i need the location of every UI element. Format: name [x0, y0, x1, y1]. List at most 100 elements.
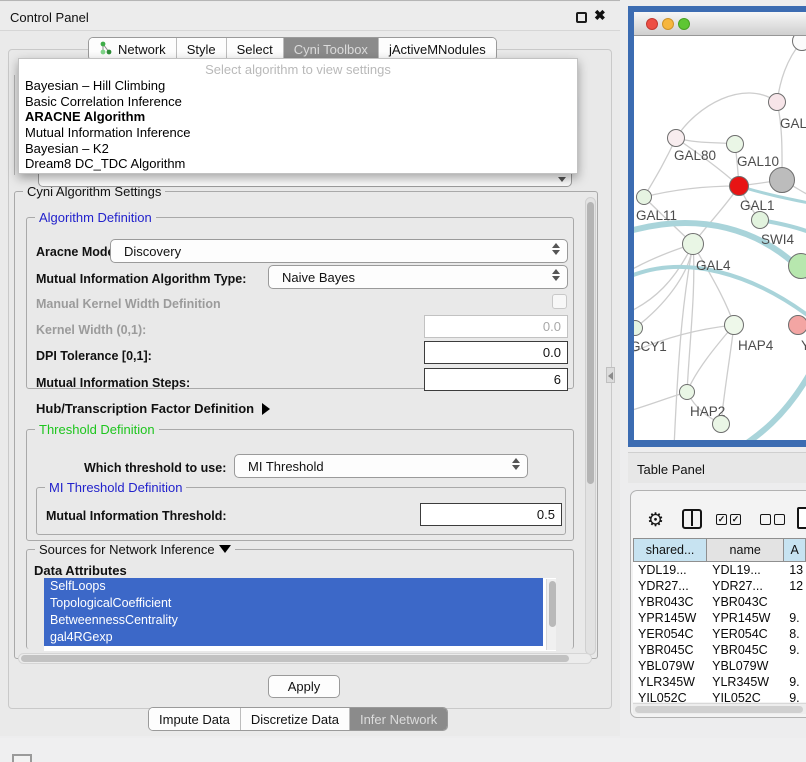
which-threshold-combobox[interactable]: MI Threshold: [234, 454, 528, 478]
manual-kernel-checkbox[interactable]: [552, 294, 567, 309]
mi-threshold-field[interactable]: 0.5: [420, 503, 562, 526]
checked-checkbox-icon[interactable]: ✓: [716, 514, 727, 525]
control-panel-titlebar: Control Panel ✖: [0, 2, 620, 31]
network-node[interactable]: [769, 167, 795, 193]
network-node-gal11[interactable]: [636, 189, 652, 205]
checked-checkbox-icon[interactable]: ✓: [730, 514, 741, 525]
node-table[interactable]: shared...nameA YDL19...YDL19...13YDR27..…: [633, 538, 806, 702]
inference-algorithm-combobox-partial[interactable]: [38, 173, 572, 187]
table-cell: YPR145W: [707, 610, 784, 626]
attribute-item[interactable]: gal4RGexp: [44, 629, 543, 646]
which-threshold-label: Which threshold to use:: [84, 461, 226, 475]
network-node-gal1[interactable]: [729, 176, 749, 196]
attribute-item[interactable]: TopologicalCoefficient: [44, 595, 543, 612]
algorithm-option[interactable]: Bayesian – Hill Climbing: [19, 78, 577, 94]
control-panel-window: Control Panel ✖ NetworkStyle Select Cyni T…: [0, 0, 620, 736]
kernel-width-field[interactable]: 0.0: [424, 315, 568, 338]
tab-impute-data[interactable]: Impute Data: [149, 708, 241, 730]
network-node-gal80[interactable]: [667, 129, 685, 147]
float-window-icon[interactable]: [576, 12, 587, 23]
node-label: GAL11: [636, 208, 677, 223]
table-row[interactable]: YPR145WYPR145W9.: [633, 610, 806, 626]
table-cell: 9.: [784, 610, 806, 626]
algorithm-option[interactable]: Basic Correlation Inference: [19, 94, 577, 110]
settings-vertical-scrollbar[interactable]: [585, 197, 596, 655]
network-tab-icon: [99, 41, 113, 58]
tab-jactivemnodules[interactable]: jActiveMNodules: [379, 38, 496, 60]
algorithm-option[interactable]: ARACNE Algorithm: [19, 109, 577, 125]
minimize-traffic-icon[interactable]: [662, 18, 674, 30]
which-threshold-value: MI Threshold: [248, 459, 324, 474]
network-titlebar[interactable]: [634, 12, 806, 36]
data-attributes-list[interactable]: SelfLoopsTopologicalCoefficientBetweenne…: [44, 578, 556, 651]
stepper-icon: [510, 458, 521, 470]
network-node-hap2[interactable]: [679, 384, 695, 400]
minimized-panel-icon[interactable]: [12, 754, 32, 762]
table-cell: [784, 594, 806, 610]
close-traffic-icon[interactable]: [646, 18, 658, 30]
table-row[interactable]: YLR345WYLR345W9.: [633, 674, 806, 690]
table-cell: YBR045C: [707, 642, 784, 658]
tab-select[interactable]: Select: [227, 38, 284, 60]
dpi-tolerance-field[interactable]: 0.0: [424, 341, 568, 364]
zoom-traffic-icon[interactable]: [678, 18, 690, 30]
tab-network[interactable]: Network: [89, 38, 177, 60]
table-horizontal-scrollbar[interactable]: [633, 703, 806, 714]
dropdown-placeholder: Select algorithm to view settings: [19, 59, 577, 78]
network-canvas[interactable]: GALGAL80GAL10GAL1GAL11SWI4GAL4GCY1HAP4YH…: [634, 36, 806, 440]
network-node-gal10[interactable]: [726, 135, 744, 153]
settings-horizontal-scrollbar[interactable]: [18, 653, 592, 664]
close-icon[interactable]: ✖: [594, 7, 606, 24]
sources-legend[interactable]: Sources for Network Inference: [35, 542, 235, 557]
table-cell: YDL19...: [707, 562, 784, 578]
network-node-hap4[interactable]: [724, 315, 744, 335]
table-cell: YDR27...: [633, 578, 707, 594]
algorithm-option[interactable]: Mutual Information Inference: [19, 125, 577, 141]
table-row[interactable]: YDR27...YDR27...12: [633, 578, 806, 594]
mi-steps-field[interactable]: 6: [424, 368, 568, 391]
column-header[interactable]: A: [784, 538, 806, 562]
table-cell: YER054C: [707, 626, 784, 642]
column-header[interactable]: shared...: [633, 538, 707, 562]
network-node-swi4[interactable]: [751, 211, 769, 229]
table-cell: YBR043C: [633, 594, 707, 610]
kernel-width-label: Kernel Width (0,1):: [36, 323, 146, 337]
tab-style[interactable]: Style: [177, 38, 227, 60]
node-label: SWI4: [761, 232, 794, 247]
attributes-vertical-scrollbar[interactable]: [546, 579, 556, 650]
tab-discretize-data[interactable]: Discretize Data: [241, 708, 350, 730]
mi-type-combobox[interactable]: Naive Bayes: [268, 265, 568, 289]
table-row[interactable]: YDL19...YDL19...13: [633, 562, 806, 578]
table-row[interactable]: YIL052CYIL052C9.: [633, 690, 806, 702]
columns-icon[interactable]: [682, 509, 702, 529]
tab-cyni-toolbox[interactable]: Cyni Toolbox: [284, 38, 379, 60]
table-row[interactable]: YBR045CYBR045C9.: [633, 642, 806, 658]
document-icon[interactable]: [797, 507, 806, 529]
attribute-item[interactable]: SelfLoops: [44, 578, 543, 595]
node-label: HAP4: [738, 338, 773, 353]
gear-icon[interactable]: ⚙: [647, 509, 664, 532]
network-window: GALGAL80GAL10GAL1GAL11SWI4GAL4GCY1HAP4YH…: [628, 6, 806, 447]
table-row[interactable]: YBL079WYBL079W: [633, 658, 806, 674]
tab-infer-network[interactable]: Infer Network: [350, 708, 447, 730]
apply-button[interactable]: Apply: [268, 675, 340, 698]
dropdown-items: Bayesian – Hill ClimbingBasic Correlatio…: [19, 78, 577, 172]
column-header[interactable]: name: [707, 538, 784, 562]
network-node-gal4[interactable]: [682, 233, 704, 255]
network-node-gal[interactable]: [768, 93, 786, 111]
panel-splitter-handle[interactable]: [606, 367, 615, 383]
algorithm-option[interactable]: Bayesian – K2: [19, 141, 577, 157]
mi-threshold-legend: MI Threshold Definition: [45, 480, 186, 495]
unchecked-checkbox-icon[interactable]: [774, 514, 785, 525]
table-row[interactable]: YER054CYER054C8.: [633, 626, 806, 642]
network-node[interactable]: [712, 415, 730, 433]
control-panel-title: Control Panel: [10, 10, 89, 25]
hub-definition-expander[interactable]: Hub/Transcription Factor Definition: [36, 401, 270, 416]
table-row[interactable]: YBR043CYBR043C: [633, 594, 806, 610]
attribute-item[interactable]: BetweennessCentrality: [44, 612, 543, 629]
tab-label: Select: [237, 42, 273, 57]
unchecked-checkbox-icon[interactable]: [760, 514, 771, 525]
aracne-mode-combobox[interactable]: Discovery: [110, 239, 568, 263]
network-node-y[interactable]: [788, 315, 806, 335]
algorithm-option[interactable]: Dream8 DC_TDC Algorithm: [19, 156, 577, 172]
